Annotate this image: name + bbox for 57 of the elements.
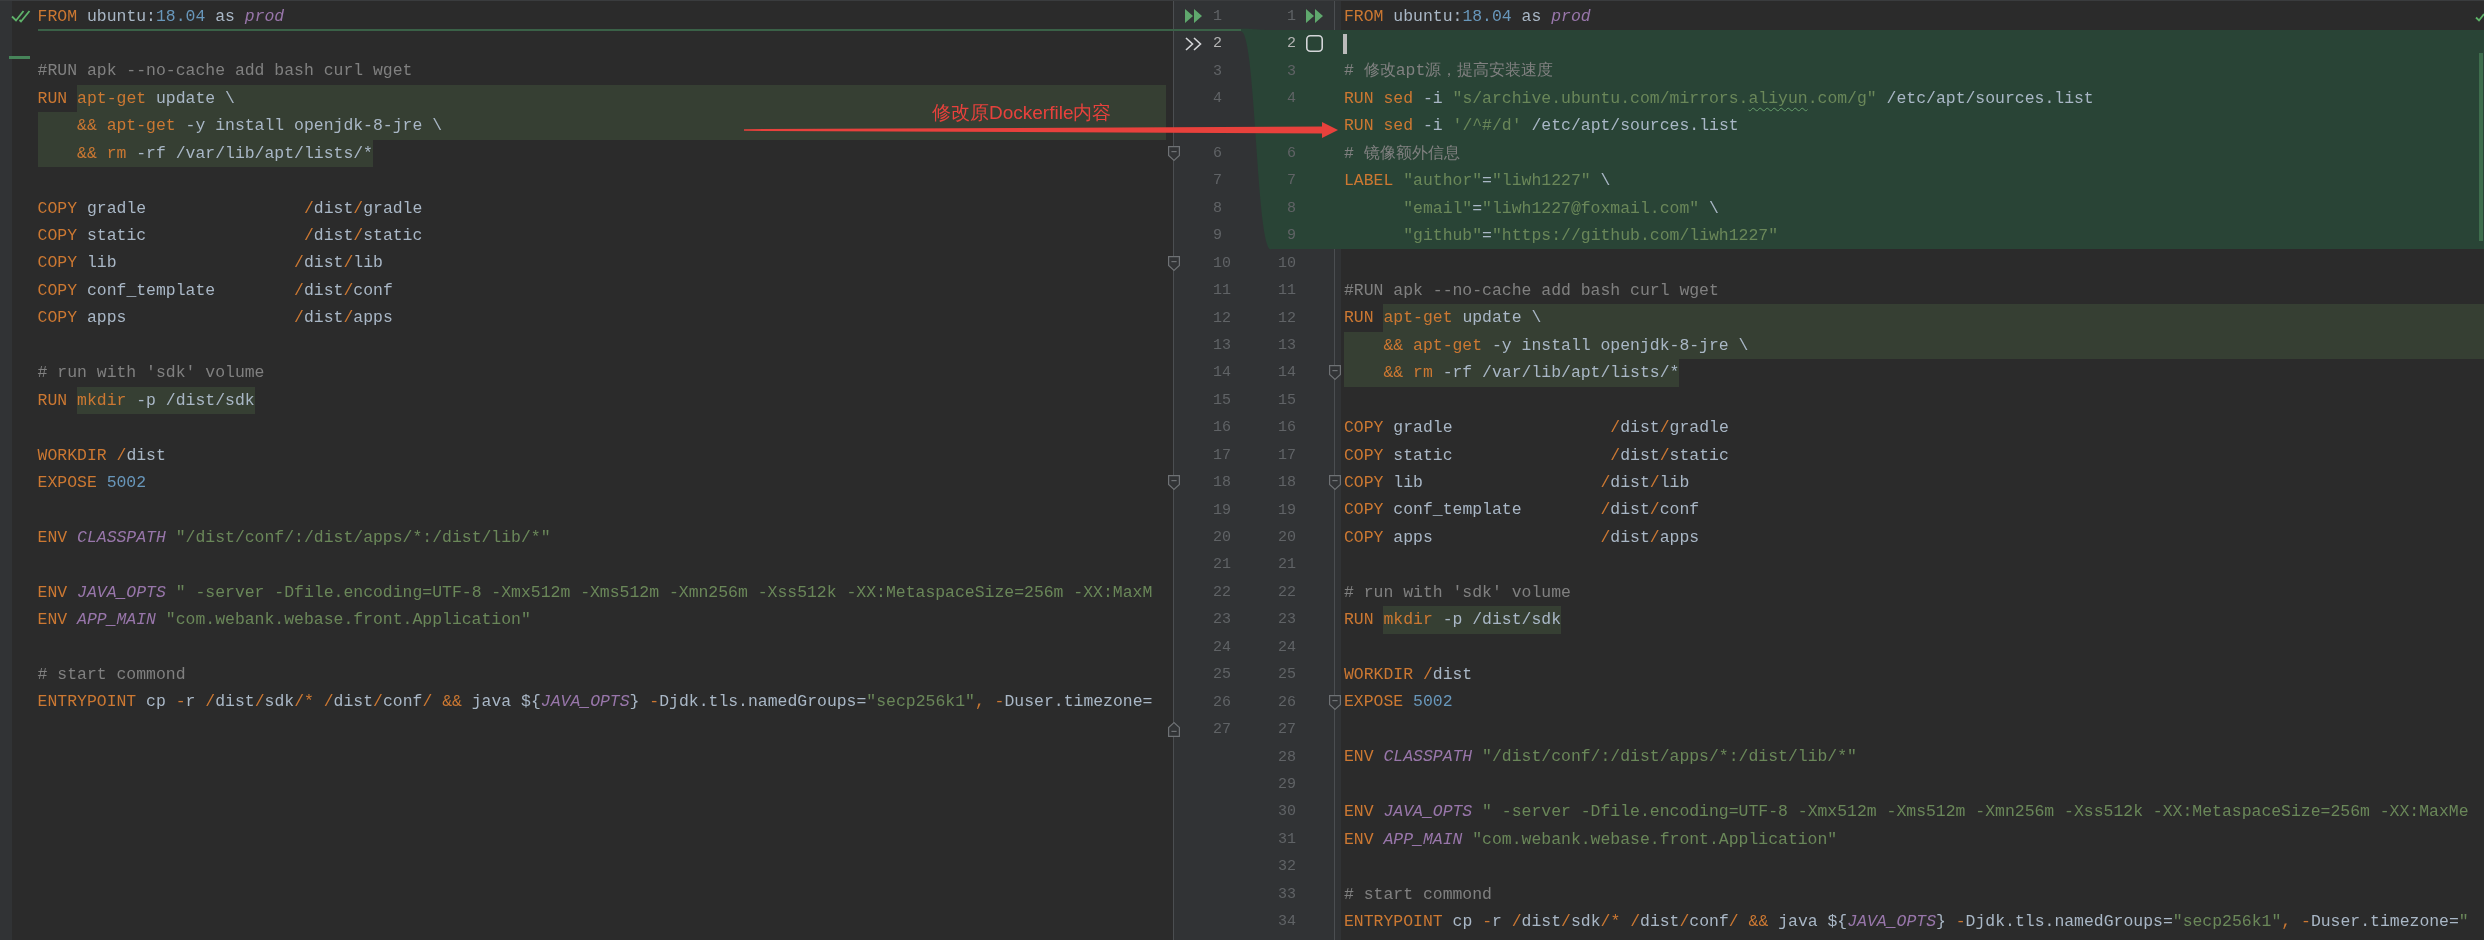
code-line: ENTRYPOINT cp -r /dist/sdk/* /dist/conf/ && java ${JAVA_OPTS} -Djdk.tls.namedGroups="secp256k1", -Duser.timezone= (37, 691, 1153, 714)
checkbox[interactable] (1305, 35, 1323, 53)
code-line: # 修改apt源，提高安装速度 (1344, 60, 1554, 83)
code-line: # run with 'sdk' volume (1344, 581, 1571, 604)
code-line: # 镜像额外信息 (1344, 142, 1460, 165)
code-line: RUN mkdir -p /dist/sdk (1344, 606, 1562, 634)
code-line: COPY lib /dist/lib (37, 252, 383, 275)
annotation-label: 修改原Dockerfile内容 (932, 101, 1112, 125)
code-line: COPY conf_template /dist/conf (37, 279, 393, 302)
code-line: COPY conf_template /dist/conf (1344, 499, 1700, 522)
code-line: FROM ubuntu:18.04 as prod (37, 5, 285, 28)
code-line: LABEL "author"="liwh1227" \ (1344, 170, 1611, 193)
fold-marker-icon[interactable] (1329, 475, 1341, 491)
fold-marker-icon[interactable] (1168, 475, 1180, 491)
code-line: ENV JAVA_OPTS " -server -Dfile.encoding=UTF-8 -Xmx512m -Xms512m -Xmn256m -Xss512k -XX:MetaspaceSize=256m -XX:MaxM (37, 581, 1153, 604)
fold-marker-icon[interactable] (1329, 365, 1341, 381)
double-chevron-icon[interactable] (1185, 36, 1203, 51)
code-line: RUN sed -i '/^#/d' /etc/apt/sources.list (1344, 115, 1739, 138)
fold-marker-icon[interactable] (1168, 145, 1180, 161)
code-line: "github"="https://github.com/liwh1227" (1402, 225, 1779, 247)
code-line: # run with 'sdk' volume (37, 362, 265, 385)
line-number: 2 (1213, 35, 1222, 53)
code-line: EXPOSE 5002 (37, 471, 147, 494)
code-line: ENV CLASSPATH "/dist/conf/:/dist/apps/*:/dist/lib/*" (1344, 746, 1857, 769)
double-arrow-icon[interactable] (1185, 9, 1203, 24)
code-line: #RUN apk --no-cache add bash curl wget (1344, 279, 1719, 302)
code-line: RUN apt-get update \ (1344, 304, 2484, 332)
fold-marker-icon[interactable] (1329, 694, 1341, 710)
code-line: COPY apps /dist/apps (1344, 526, 1700, 549)
code-line: COPY apps /dist/apps (37, 307, 393, 330)
code-line: COPY gradle /dist/gradle (1344, 417, 1729, 440)
code-line: ENV JAVA_OPTS " -server -Dfile.encoding=UTF-8 -Xmx512m -Xms512m -Xmn256m -Xss512k -XX:MetaspaceSize=256m -XX:MaxMe (1344, 801, 2469, 824)
change-marker (9, 55, 30, 59)
code-line: WORKDIR /dist (37, 444, 166, 467)
code-line: ENTRYPOINT cp -r /dist/sdk/* /dist/conf/ && java ${JAVA_OPTS} -Djdk.tls.namedGroups="secp256k1", -Duser.timezone=" (1344, 910, 2469, 933)
code-line: ENV CLASSPATH "/dist/conf/:/dist/apps/*:/dist/lib/*" (37, 526, 551, 549)
code-line: RUN mkdir -p /dist/sdk (37, 386, 255, 415)
check-icon[interactable] (11, 9, 31, 23)
code-line: #RUN apk --no-cache add bash curl wget (37, 60, 413, 83)
code-line: COPY static /dist/static (1344, 444, 1729, 467)
code-line: ENV APP_MAIN "com.webank.webase.front.Application" (37, 609, 531, 632)
line-number: 2 (1287, 35, 1296, 53)
double-arrow-icon[interactable] (1305, 9, 1323, 24)
check-icon[interactable] (2475, 11, 2484, 23)
code-line: COPY lib /dist/lib (1344, 471, 1690, 494)
code-line: FROM ubuntu:18.04 as prod (1344, 5, 1591, 28)
code-line: COPY static /dist/static (37, 225, 423, 247)
code-line: EXPOSE 5002 (1344, 691, 1453, 714)
code-line: # start commond (37, 664, 186, 686)
code-line: ENV APP_MAIN "com.webank.webase.front.Application" (1344, 828, 1838, 851)
code-line: RUN sed -i "s/archive.ubuntu.com/mirrors.aliyun.com/g" /etc/apt/sources.list (1344, 87, 2094, 110)
fold-marker-icon[interactable] (1168, 255, 1180, 271)
fold-marker-icon[interactable] (1168, 722, 1180, 738)
code-line: "email"="liwh1227@foxmail.com" \ (1402, 197, 1719, 220)
code-line: COPY gradle /dist/gradle (37, 197, 423, 220)
code-line: WORKDIR /dist (1344, 664, 1473, 686)
code-line: # start commond (1344, 883, 1492, 906)
